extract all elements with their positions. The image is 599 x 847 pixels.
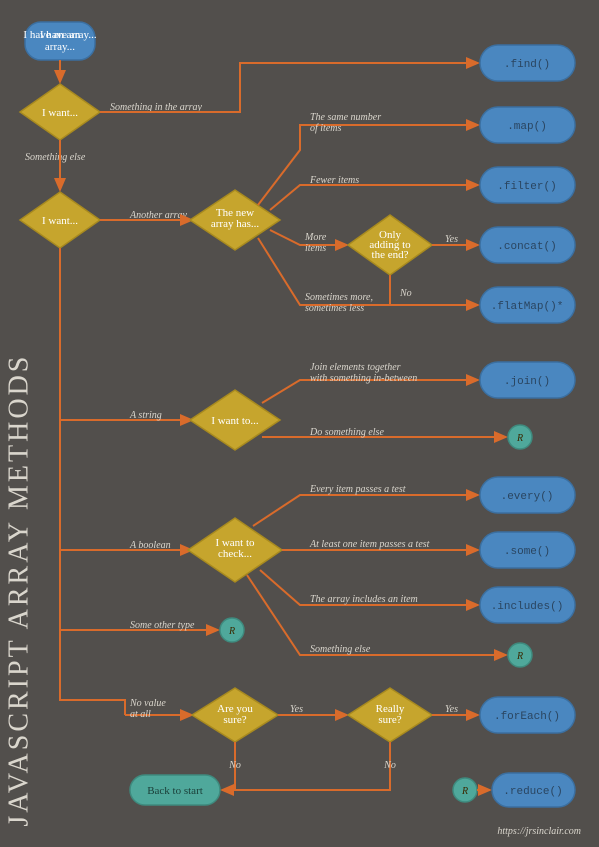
svg-text:Something else: Something else — [310, 644, 371, 655]
svg-text:I want...: I want... — [42, 107, 78, 119]
svg-text:R: R — [228, 626, 235, 637]
svg-text:No: No — [228, 760, 241, 771]
svg-text:Some other type: Some other type — [130, 620, 195, 631]
flowchart: I have an array... I have anarray... I w… — [0, 0, 599, 847]
svg-text:R: R — [516, 433, 523, 444]
svg-text:R: R — [461, 786, 468, 797]
svg-text:I want to...: I want to... — [211, 415, 259, 427]
svg-text:At least one item passes a tes: At least one item passes a test — [309, 539, 430, 550]
svg-text:.join(): .join() — [504, 376, 550, 388]
svg-text:I have anarray...: I have anarray... — [40, 29, 81, 53]
svg-text:Something else: Something else — [25, 152, 86, 163]
svg-text:.filter(): .filter() — [497, 181, 556, 193]
svg-text:.map(): .map() — [507, 121, 547, 133]
svg-text:Reallysure?: Reallysure? — [376, 703, 405, 726]
svg-text:No valueat all: No valueat all — [129, 698, 166, 720]
svg-text:A string: A string — [129, 410, 162, 421]
svg-text:A boolean: A boolean — [129, 540, 171, 551]
svg-text:.every(): .every() — [501, 491, 554, 503]
svg-text:No: No — [399, 288, 412, 299]
svg-text:Yes: Yes — [445, 234, 458, 245]
svg-text:.reduce(): .reduce() — [503, 786, 562, 798]
svg-text:The same numberof items: The same numberof items — [310, 112, 381, 134]
svg-text:Every item passes a test: Every item passes a test — [309, 484, 406, 495]
svg-text:I want...: I want... — [42, 215, 78, 227]
svg-text:Yes: Yes — [290, 704, 303, 715]
svg-text:.some(): .some() — [504, 546, 550, 558]
svg-text:.includes(): .includes() — [491, 601, 564, 613]
svg-text:The array includes an item: The array includes an item — [310, 594, 418, 605]
svg-text:R: R — [516, 651, 523, 662]
svg-text:.flatMap()*: .flatMap()* — [491, 301, 564, 313]
svg-text:The newarray has...: The newarray has... — [211, 207, 260, 230]
svg-text:Do something else: Do something else — [309, 427, 384, 438]
svg-text:No: No — [383, 760, 396, 771]
svg-text:Sometimes more,sometimes less: Sometimes more,sometimes less — [305, 292, 373, 314]
svg-text:.forEach(): .forEach() — [494, 711, 560, 723]
svg-text:Moreitems: Moreitems — [304, 232, 327, 254]
svg-text:Fewer items: Fewer items — [309, 175, 359, 186]
svg-text:Yes: Yes — [445, 704, 458, 715]
svg-text:I want tocheck...: I want tocheck... — [215, 537, 255, 560]
svg-text:Back to start: Back to start — [147, 785, 203, 797]
svg-text:Join elements togetherwith som: Join elements togetherwith something in-… — [310, 362, 417, 384]
svg-text:.find(): .find() — [504, 59, 550, 71]
svg-text:.concat(): .concat() — [497, 241, 556, 253]
